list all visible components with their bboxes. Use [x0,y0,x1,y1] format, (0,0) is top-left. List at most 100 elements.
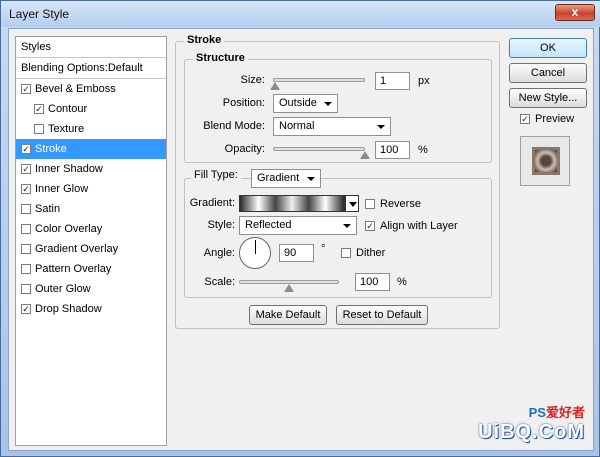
close-button[interactable]: x [555,4,595,21]
angle-dial[interactable] [239,237,271,269]
align-with-layer-checkbox[interactable]: ✓ Align with Layer [365,220,458,234]
blend-mode-label: Blend Mode: [203,120,265,132]
size-slider-thumb[interactable] [269,82,280,90]
opacity-slider-track[interactable] [273,147,365,151]
ok-button[interactable]: OK [509,38,587,58]
style-item-bevel-emboss[interactable]: ✓ Bevel & Emboss [16,79,166,99]
cancel-button[interactable]: Cancel [509,63,587,83]
structure-title: Structure [193,52,248,64]
angle-input[interactable]: 90 [279,244,314,262]
size-label: Size: [240,74,265,86]
watermark-top: PS爱好者 [478,402,585,421]
size-unit: px [418,75,430,87]
style-item-stroke[interactable]: ✓ Stroke [16,139,166,159]
angle-unit: ° [321,243,326,255]
style-checkbox[interactable]: ✓ [21,164,31,174]
layer-style-window: Layer Style x Styles Blending Options:De… [0,0,600,457]
style-item-pattern-overlay[interactable]: Pattern Overlay [16,259,166,279]
blending-options-item[interactable]: Blending Options:Default [16,58,166,79]
style-item-label: Outer Glow [35,283,91,295]
title-bar[interactable]: Layer Style x [1,1,600,27]
chevron-down-icon [377,125,385,129]
style-item-color-overlay[interactable]: Color Overlay [16,219,166,239]
reverse-checkbox-box[interactable] [365,199,375,209]
reverse-label: Reverse [380,198,421,210]
style-item-inner-shadow[interactable]: ✓ Inner Shadow [16,159,166,179]
watermark-site: UiBQ.CoM [478,421,585,443]
style-item-texture[interactable]: Texture [16,119,166,139]
preview-checkbox[interactable]: ✓ Preview [520,113,574,127]
position-value: Outside [279,97,317,109]
structure-group: Structure Size: 1 px Position: Outside B… [184,52,492,163]
dither-checkbox-box[interactable] [341,248,351,258]
gradient-swatch[interactable] [239,195,345,212]
style-checkbox[interactable] [34,124,44,134]
fill-type-group: Fill Type: Gradient Gradient: Reverse St… [184,169,492,298]
dialog-client: Styles Blending Options:Default ✓ Bevel &… [8,28,594,451]
align-checkbox-box[interactable]: ✓ [365,221,375,231]
style-checkbox[interactable] [21,244,31,254]
preview-checkbox-box[interactable]: ✓ [520,114,530,124]
preview-thumbnail [532,147,560,175]
reset-to-default-button[interactable]: Reset to Default [336,305,428,325]
style-item-outer-glow[interactable]: Outer Glow [16,279,166,299]
style-checkbox[interactable]: ✓ [21,304,31,314]
size-input[interactable]: 1 [375,72,410,90]
chevron-down-icon [307,177,315,181]
style-checkbox[interactable] [21,224,31,234]
stroke-group: Stroke Structure Size: 1 px Position: Ou… [175,34,500,329]
style-checkbox[interactable]: ✓ [21,144,31,154]
styles-list: Styles Blending Options:Default ✓ Bevel &… [15,36,167,446]
style-item-gradient-overlay[interactable]: Gradient Overlay [16,239,166,259]
style-checkbox[interactable] [21,264,31,274]
style-item-drop-shadow[interactable]: ✓ Drop Shadow [16,299,166,319]
dither-label: Dither [356,247,386,259]
gradient-style-select[interactable]: Reflected [239,216,357,235]
style-checkbox[interactable]: ✓ [21,84,31,94]
make-default-button[interactable]: Make Default [249,305,327,325]
chevron-down-icon [349,202,357,207]
gradient-style-value: Reflected [245,219,292,231]
style-item-inner-glow[interactable]: ✓ Inner Glow [16,179,166,199]
style-checkbox[interactable] [21,284,31,294]
position-label: Position: [222,97,265,109]
align-label: Align with Layer [380,220,458,232]
style-item-label: Stroke [35,143,67,155]
new-style-button[interactable]: New Style... [509,88,587,108]
style-checkbox[interactable] [21,204,31,214]
stroke-group-title: Stroke [184,34,225,46]
style-checkbox[interactable]: ✓ [34,104,44,114]
style-items: ✓ Bevel & Emboss ✓ Contour Texture ✓ Stroke ✓ In… [16,79,166,319]
scale-input[interactable]: 100 [355,273,390,291]
opacity-slider-thumb[interactable] [360,151,370,159]
style-item-label: Inner Glow [35,183,89,195]
opacity-label: Opacity: [224,143,265,155]
gradient-picker-button[interactable] [345,195,359,212]
styles-header[interactable]: Styles [16,37,166,58]
style-preview [520,136,570,186]
chevron-down-icon [324,102,332,106]
fill-type-select[interactable]: Gradient [251,169,321,188]
opacity-input[interactable]: 100 [375,141,410,159]
dither-checkbox[interactable]: Dither [341,247,385,261]
scale-slider-thumb[interactable] [284,284,294,292]
reverse-checkbox[interactable]: Reverse [365,198,421,212]
scale-unit: % [397,276,407,288]
gradient-label: Gradient: [189,197,235,209]
blend-mode-value: Normal [279,120,315,132]
watermark-latin: PS [528,405,546,420]
fill-type-legend: Fill Type: [191,169,241,181]
fill-type-label: Fill Type: [194,169,238,181]
size-slider-track[interactable] [273,78,365,82]
blend-mode-select[interactable]: Normal [273,117,391,136]
fill-type-value: Gradient [257,172,300,184]
style-item-satin[interactable]: Satin [16,199,166,219]
scale-label: Scale: [204,276,235,288]
style-item-contour[interactable]: ✓ Contour [16,99,166,119]
preview-label: Preview [535,113,575,125]
position-select[interactable]: Outside [273,94,338,113]
opacity-unit: % [418,144,428,156]
watermark: PS爱好者 UiBQ.CoM [478,402,585,444]
angle-label: Angle: [203,247,235,259]
style-checkbox[interactable]: ✓ [21,184,31,194]
